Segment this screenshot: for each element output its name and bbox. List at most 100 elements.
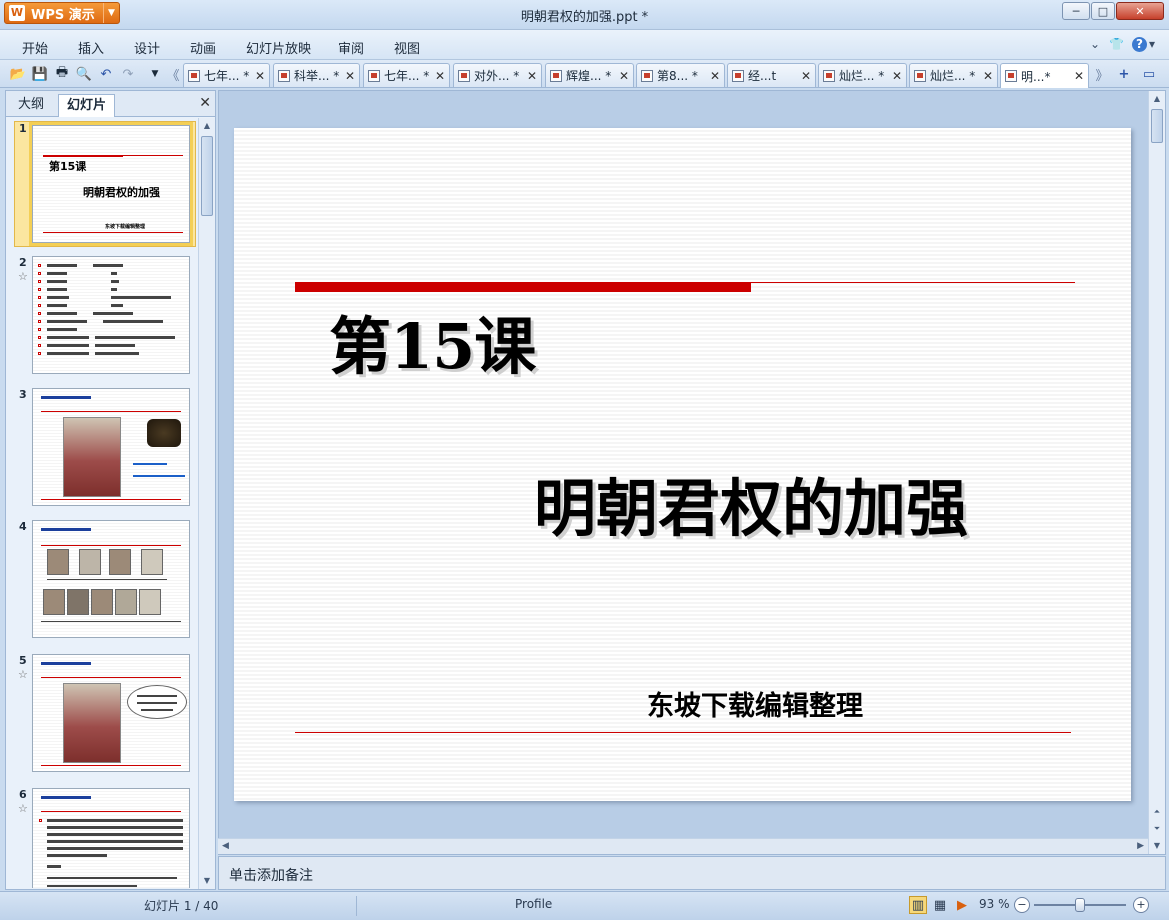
zoom-in-icon[interactable]: +: [1133, 897, 1149, 913]
tabs-scroll-right-icon[interactable]: 》: [1093, 65, 1111, 84]
chevron-down-icon[interactable]: ⌄: [1090, 37, 1100, 51]
print-preview-icon[interactable]: 🔍: [75, 65, 93, 83]
slide-thumbnail[interactable]: [32, 654, 190, 772]
close-tab-icon[interactable]: ✕: [1072, 69, 1086, 83]
document-tab[interactable]: 七年... * ✕: [363, 63, 450, 87]
ppt-file-icon: [823, 69, 835, 82]
thumbnail-number: 2: [19, 256, 27, 269]
close-tab-icon[interactable]: ✕: [343, 69, 357, 83]
scroll-up-icon[interactable]: ▲: [199, 118, 215, 134]
menu-animation[interactable]: 动画: [190, 38, 216, 57]
help-icon[interactable]: ?: [1132, 37, 1147, 52]
thumbnail-footer: 东坡下载编辑整理: [105, 224, 146, 230]
zoom-slider-knob[interactable]: [1075, 898, 1085, 912]
thumbnail-subtitle: 明朝君权的加强: [83, 186, 160, 199]
ppt-file-icon: [1005, 70, 1017, 82]
close-tab-icon[interactable]: ✕: [433, 69, 447, 83]
scroll-down-icon[interactable]: ▼: [1149, 838, 1165, 854]
redo-icon[interactable]: ↷: [119, 65, 137, 83]
slide-thumbnail[interactable]: [32, 520, 190, 638]
thumbnail-scrollbar[interactable]: ▲ ▼: [198, 118, 215, 889]
scroll-down-icon[interactable]: ▼: [199, 873, 215, 889]
document-tab[interactable]: 第8... * ✕: [636, 63, 725, 87]
slide-thumbnail[interactable]: 第15课 明朝君权的加强 东坡下载编辑整理: [29, 122, 193, 246]
title-bar: W WPS 演示 ▼ 明朝君权的加强.ppt * ─ □ ✕: [0, 0, 1169, 30]
slide-footer[interactable]: 东坡下载编辑整理: [647, 684, 863, 723]
slide-title[interactable]: 明朝君权的加强: [534, 458, 968, 548]
close-tab-icon[interactable]: ✕: [981, 69, 995, 83]
menu-view[interactable]: 视图: [394, 38, 420, 57]
undo-icon[interactable]: ↶: [97, 65, 115, 83]
thumbnail-number: 6: [19, 788, 27, 801]
new-tab-icon[interactable]: +: [1115, 65, 1133, 83]
document-title: 明朝君权的加强.ppt *: [520, 10, 649, 25]
scrollbar-thumb[interactable]: [1151, 109, 1163, 143]
slide-accent-bar: [295, 282, 751, 292]
thumbnail-number: 4: [19, 520, 27, 533]
save-icon[interactable]: 💾: [31, 65, 49, 83]
document-tab[interactable]: 灿烂... * ✕: [818, 63, 907, 87]
normal-view-icon[interactable]: ▥: [909, 896, 927, 914]
scroll-left-icon[interactable]: ◀: [222, 841, 229, 851]
slide-thumbnail[interactable]: [32, 256, 190, 374]
document-tab[interactable]: 经...t ✕: [727, 63, 816, 87]
document-tab[interactable]: 灿烂... * ✕: [909, 63, 998, 87]
slideshow-play-icon[interactable]: ▶: [953, 896, 971, 914]
thumbnail-number: 5: [19, 654, 27, 667]
close-tab-icon[interactable]: ✕: [890, 69, 904, 83]
zoom-level: 93 %: [979, 897, 1010, 911]
ppt-file-icon: [368, 69, 380, 82]
menu-insert[interactable]: 插入: [78, 38, 104, 57]
close-tab-icon[interactable]: ✕: [525, 69, 539, 83]
open-folder-icon[interactable]: 📂: [9, 65, 27, 83]
slide-vertical-scrollbar[interactable]: ▲ ⏶ ⏷ ▼: [1148, 91, 1165, 854]
scroll-right-icon[interactable]: ▶: [1137, 841, 1144, 851]
document-tab[interactable]: 对外... * ✕: [453, 63, 542, 87]
help-dropdown-icon[interactable]: ▾: [1149, 37, 1155, 51]
seal-image: [147, 419, 181, 447]
close-tab-icon[interactable]: ✕: [617, 69, 631, 83]
scrollbar-thumb[interactable]: [201, 136, 213, 216]
zoom-out-icon[interactable]: −: [1014, 897, 1030, 913]
slide-canvas[interactable]: 第15课 明朝君权的加强 东坡下载编辑整理: [234, 128, 1131, 801]
slide-lesson-number[interactable]: 第15课: [329, 296, 536, 386]
tab-outline[interactable]: 大纲: [10, 94, 52, 117]
tab-slides[interactable]: 幻灯片: [58, 94, 116, 117]
close-tab-icon[interactable]: ✕: [799, 69, 813, 83]
minimize-button[interactable]: ─: [1062, 2, 1090, 20]
menu-design[interactable]: 设计: [134, 38, 160, 57]
notes-pane[interactable]: 单击添加备注: [218, 856, 1166, 890]
slide-horizontal-scrollbar[interactable]: ◀ ▶: [218, 838, 1148, 854]
slide-thumbnail[interactable]: [32, 788, 190, 888]
ppt-file-icon: [641, 69, 653, 82]
ppt-file-icon: [458, 69, 470, 82]
close-panel-icon[interactable]: ✕: [199, 95, 211, 111]
notes-placeholder[interactable]: 单击添加备注: [229, 865, 313, 885]
document-tab[interactable]: 辉煌... * ✕: [545, 63, 634, 87]
close-button[interactable]: ✕: [1116, 2, 1164, 20]
previous-slide-icon[interactable]: ⏶: [1149, 804, 1165, 820]
menu-slideshow[interactable]: 幻灯片放映: [246, 38, 311, 57]
close-tab-icon[interactable]: ✕: [253, 69, 267, 83]
tabs-scroll-left-icon[interactable]: 《: [164, 65, 182, 84]
print-icon[interactable]: 🖶: [53, 65, 71, 83]
tab-list-icon[interactable]: ▭: [1140, 65, 1158, 83]
panel-tabs: 大纲 幻灯片 ✕: [6, 91, 215, 117]
document-tab[interactable]: 科举... * ✕: [273, 63, 360, 87]
document-tab[interactable]: 七年... * ✕: [183, 63, 270, 87]
menu-home[interactable]: 开始: [22, 38, 48, 57]
menu-review[interactable]: 审阅: [338, 38, 364, 57]
maximize-button[interactable]: □: [1091, 2, 1115, 20]
slide-sorter-icon[interactable]: ▦: [931, 896, 949, 914]
close-tab-icon[interactable]: ✕: [708, 69, 722, 83]
shirt-icon[interactable]: 👕: [1109, 37, 1124, 51]
slide-thumbnail[interactable]: [32, 388, 190, 506]
slide-count: 幻灯片 1 / 40: [144, 899, 219, 913]
thumbnail-title: 第15课: [49, 160, 87, 173]
next-slide-icon[interactable]: ⏷: [1149, 821, 1165, 837]
document-tab-active[interactable]: 明...* ✕: [1000, 63, 1089, 88]
slides-panel: 大纲 幻灯片 ✕ 1 第15课 明朝君权的加强 东坡下载编辑整理 2 ☆ 3 4…: [5, 90, 216, 890]
customize-dropdown-icon[interactable]: ▼: [146, 65, 164, 83]
scroll-up-icon[interactable]: ▲: [1149, 91, 1165, 107]
animation-star-icon: ☆: [18, 802, 28, 815]
